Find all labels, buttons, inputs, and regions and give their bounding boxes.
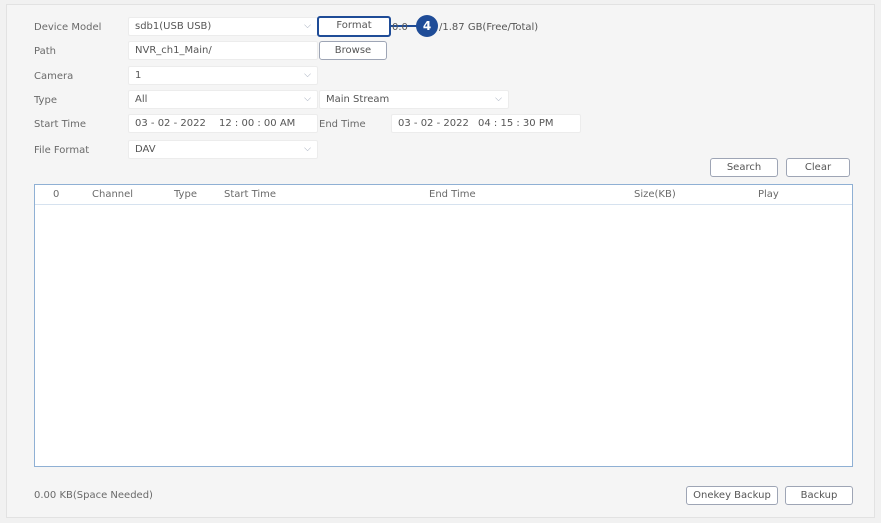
column-header-channel[interactable]: Channel	[92, 185, 133, 205]
path-input[interactable]: NVR_ch1_Main/	[128, 41, 318, 60]
space-needed-text: 0.00 KB(Space Needed)	[34, 490, 153, 501]
clear-button[interactable]: Clear	[786, 158, 850, 177]
camera-value: 1	[135, 70, 142, 81]
start-time-label: Start Time	[34, 119, 87, 130]
type-select[interactable]: All ⌵	[128, 90, 318, 109]
device-model-value: sdb1(USB USB)	[135, 21, 212, 32]
chevron-down-icon: ⌵	[495, 94, 502, 104]
start-time-input[interactable]: 03 - 02 - 2022 12 : 00 : 00 AM	[128, 114, 318, 133]
capacity-free-value: 0.0	[392, 22, 408, 33]
column-header-index[interactable]: 0	[53, 185, 59, 205]
start-clock-value: 12 : 00 : 00 AM	[219, 118, 296, 129]
backup-button[interactable]: Backup	[785, 486, 853, 505]
device-model-label: Device Model	[34, 22, 102, 33]
column-header-start-time[interactable]: Start Time	[224, 185, 276, 205]
format-button[interactable]: Format	[317, 16, 391, 37]
capacity-total-text: /1.87 GB(Free/Total)	[439, 22, 539, 33]
end-time-input[interactable]: 03 - 02 - 2022 04 : 15 : 30 PM	[391, 114, 581, 133]
type-label: Type	[34, 95, 57, 106]
search-button[interactable]: Search	[710, 158, 778, 177]
column-header-end-time[interactable]: End Time	[429, 185, 476, 205]
type-value: All	[135, 94, 148, 105]
camera-select[interactable]: 1 ⌵	[128, 66, 318, 85]
callout-badge: 4	[416, 15, 438, 37]
table-body	[35, 206, 852, 466]
device-model-select[interactable]: sdb1(USB USB) ⌵	[128, 17, 318, 36]
file-format-label: File Format	[34, 145, 90, 156]
chevron-down-icon: ⌵	[304, 21, 311, 31]
chevron-down-icon: ⌵	[304, 94, 311, 104]
start-date-value: 03 - 02 - 2022	[135, 118, 206, 129]
onekey-backup-button[interactable]: Onekey Backup	[686, 486, 778, 505]
column-header-size[interactable]: Size(KB)	[634, 185, 676, 205]
chevron-down-icon: ⌵	[304, 144, 311, 154]
file-format-value: DAV	[135, 144, 156, 155]
stream-value: Main Stream	[326, 94, 390, 105]
camera-label: Camera	[34, 71, 74, 82]
file-format-select[interactable]: DAV ⌵	[128, 140, 318, 159]
end-date-value: 03 - 02 - 2022	[398, 118, 469, 129]
chevron-down-icon: ⌵	[304, 70, 311, 80]
browse-button[interactable]: Browse	[319, 41, 387, 60]
file-list-table[interactable]: 0 Channel Type Start Time End Time Size(…	[34, 184, 853, 467]
stream-select[interactable]: Main Stream ⌵	[319, 90, 509, 109]
column-header-type[interactable]: Type	[174, 185, 197, 205]
column-header-play[interactable]: Play	[758, 185, 779, 205]
table-header: 0 Channel Type Start Time End Time Size(…	[35, 185, 852, 205]
end-clock-value: 04 : 15 : 30 PM	[478, 118, 554, 129]
path-label: Path	[34, 46, 56, 57]
end-time-label: End Time	[319, 119, 366, 130]
